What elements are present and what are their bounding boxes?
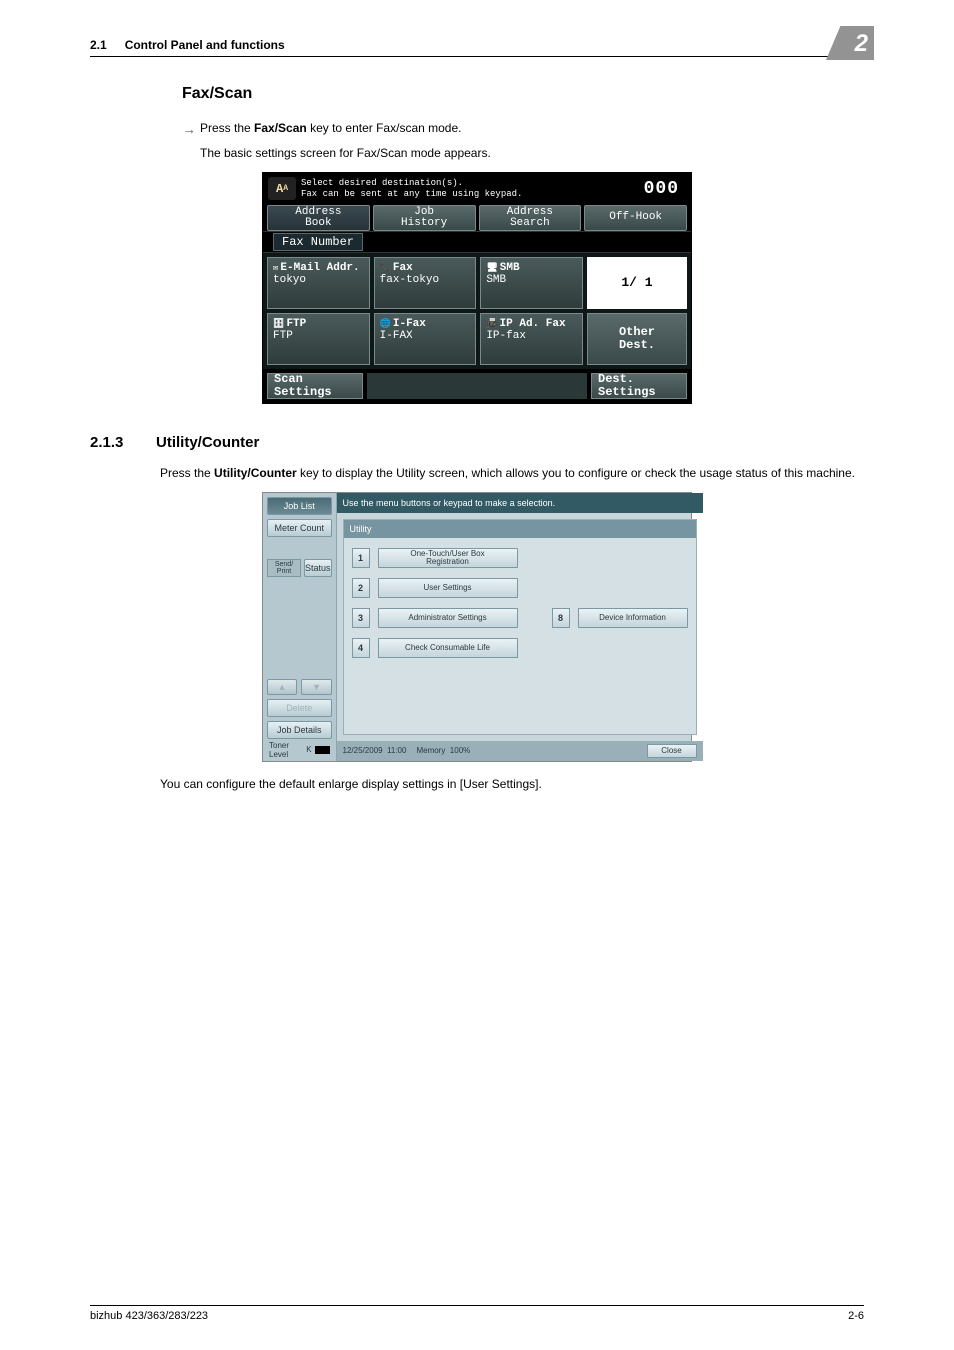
- num-4: 4: [352, 638, 370, 658]
- dest-ipfax[interactable]: 📠IP Ad. FaxIP-fax: [480, 313, 583, 365]
- off-hook-button[interactable]: Off-Hook: [584, 205, 687, 231]
- dest-smb[interactable]: 🖥SMBSMB: [480, 257, 583, 309]
- tab-address-book[interactable]: Address Book: [267, 205, 370, 231]
- sidebar-status[interactable]: Status: [304, 559, 332, 577]
- step-row: → Press the Fax/Scan key to enter Fax/sc…: [182, 121, 864, 137]
- item-consumable[interactable]: Check Consumable Life: [378, 638, 518, 658]
- fax-number-bar: Fax Number: [263, 231, 691, 253]
- step-post: key to enter Fax/scan mode.: [307, 121, 462, 135]
- utility-row-1: 1 One-Touch/User Box Registration: [352, 548, 688, 568]
- item-user-settings[interactable]: User Settings: [378, 578, 518, 598]
- tab-job-history[interactable]: Job History: [373, 205, 476, 231]
- fax-icon: 📞: [380, 263, 391, 273]
- close-button[interactable]: Close: [647, 744, 697, 758]
- email-icon: ✉: [273, 263, 278, 273]
- s1-bottom-spacer: [367, 373, 587, 399]
- s1-bottom: ScanSettings Dest.Settings: [263, 369, 691, 403]
- s2-sidebar: Job List Meter Count Send/ Print Status …: [263, 493, 337, 761]
- sidebar-delete[interactable]: Delete: [267, 699, 332, 717]
- step-key: Fax/Scan: [254, 121, 307, 135]
- section-heading-row: 2.1.3 Utility/Counter: [90, 434, 864, 451]
- toner-label: Toner Level: [269, 741, 303, 759]
- smb-icon: 🖥: [486, 263, 497, 273]
- zoom-icon[interactable]: AA: [268, 177, 296, 200]
- destination-grid: ✉E-Mail Addr.tokyo 📞Faxfax-tokyo 🖥SMBSMB…: [263, 253, 691, 369]
- sidebar-status-small: Send/ Print: [267, 559, 301, 577]
- item-admin-settings[interactable]: Administrator Settings: [378, 608, 518, 628]
- foot-memory: Memory 100%: [416, 746, 470, 755]
- step-pre: Press the: [200, 121, 254, 135]
- utility-items: 1 One-Touch/User Box Registration 2 User…: [344, 538, 696, 734]
- utility-row-3: 3 Administrator Settings 8 Device Inform…: [352, 608, 688, 628]
- utility-row-4: 4 Check Consumable Life: [352, 638, 688, 658]
- chapter-badge: 2: [826, 26, 874, 60]
- scan-settings-button[interactable]: ScanSettings: [267, 373, 363, 399]
- arrow-right-icon: →: [182, 121, 200, 137]
- tab-address-search[interactable]: Address Search: [479, 205, 582, 231]
- sidebar-arrows: ▲ ▼: [267, 679, 332, 695]
- s1-topbar: AA Select desired destination(s). Fax ca…: [263, 173, 691, 205]
- fax-number-label[interactable]: Fax Number: [273, 233, 363, 251]
- dest-ftp[interactable]: 🗄FTPFTP: [267, 313, 370, 365]
- footer-right: 2-6: [848, 1310, 864, 1322]
- page-footer: bizhub 423/363/283/223 2-6: [90, 1305, 864, 1322]
- utility-panel-title: Utility: [344, 520, 696, 538]
- ipfax-icon: 📠: [486, 319, 497, 329]
- page-indicator: 1/ 1: [587, 257, 687, 309]
- toner-level: Toner Level K: [267, 743, 332, 757]
- s1-top-text: Select desired destination(s). Fax can b…: [301, 178, 644, 200]
- utility-row-2: 2 User Settings: [352, 578, 688, 598]
- faxscan-screenshot: AA Select desired destination(s). Fax ca…: [262, 172, 692, 404]
- footer-left: bizhub 423/363/283/223: [90, 1310, 208, 1322]
- step-text: Press the Fax/Scan key to enter Fax/scan…: [200, 121, 461, 137]
- sidebar-spacer: [267, 581, 332, 675]
- sidebar-gap: [267, 541, 332, 555]
- num-2: 2: [352, 578, 370, 598]
- arrow-down-icon[interactable]: ▼: [301, 679, 331, 695]
- s2-footer: 12/25/2009 11:00 Memory 100% Close: [337, 741, 703, 761]
- s2-main: Use the menu buttons or keypad to make a…: [337, 493, 703, 761]
- s2-hint: Use the menu buttons or keypad to make a…: [337, 493, 703, 513]
- destination-counter: 000: [644, 179, 691, 199]
- section-number: 2.1.3: [90, 434, 156, 451]
- item-onetouch[interactable]: One-Touch/User Box Registration: [378, 548, 518, 568]
- num-8: 8: [552, 608, 570, 628]
- utility-paragraph: Press the Utility/Counter key to display…: [160, 465, 864, 482]
- ftp-icon: 🗄: [273, 319, 284, 329]
- page-header: 2.1 Control Panel and functions: [90, 38, 864, 57]
- s1-top-line1: Select desired destination(s).: [301, 178, 644, 189]
- utility-after-text: You can configure the default enlarge di…: [160, 776, 864, 793]
- dest-fax[interactable]: 📞Faxfax-tokyo: [374, 257, 477, 309]
- sidebar-job-list[interactable]: Job List: [267, 497, 332, 515]
- other-dest-button[interactable]: OtherDest.: [587, 313, 687, 365]
- toner-k-label: K: [306, 745, 311, 754]
- header-section-number: 2.1: [90, 38, 107, 52]
- dest-ifax[interactable]: 🌐I-FaxI-FAX: [374, 313, 477, 365]
- ifax-icon: 🌐: [380, 319, 391, 329]
- sidebar-status-row: Send/ Print Status: [267, 559, 332, 577]
- s1-tabs: Address Book Job History Address Search …: [263, 205, 691, 231]
- num-1: 1: [352, 548, 370, 568]
- utility-screenshot: Job List Meter Count Send/ Print Status …: [262, 492, 692, 762]
- toner-bar-icon: [315, 746, 330, 754]
- arrow-up-icon[interactable]: ▲: [267, 679, 297, 695]
- foot-date: 12/25/2009 11:00: [343, 746, 407, 755]
- sidebar-meter-count[interactable]: Meter Count: [267, 519, 332, 537]
- num-3: 3: [352, 608, 370, 628]
- utility-panel: Utility 1 One-Touch/User Box Registratio…: [343, 519, 697, 735]
- item-device-info[interactable]: Device Information: [578, 608, 688, 628]
- s1-top-line2: Fax can be sent at any time using keypad…: [301, 189, 644, 200]
- sidebar-job-details[interactable]: Job Details: [267, 721, 332, 739]
- faxscan-heading: Fax/Scan: [182, 85, 864, 103]
- dest-settings-button[interactable]: Dest.Settings: [591, 373, 687, 399]
- step-sub: The basic settings screen for Fax/Scan m…: [200, 145, 864, 162]
- dest-email[interactable]: ✉E-Mail Addr.tokyo: [267, 257, 370, 309]
- section-title: Utility/Counter: [156, 434, 259, 451]
- header-section-title: Control Panel and functions: [125, 38, 864, 52]
